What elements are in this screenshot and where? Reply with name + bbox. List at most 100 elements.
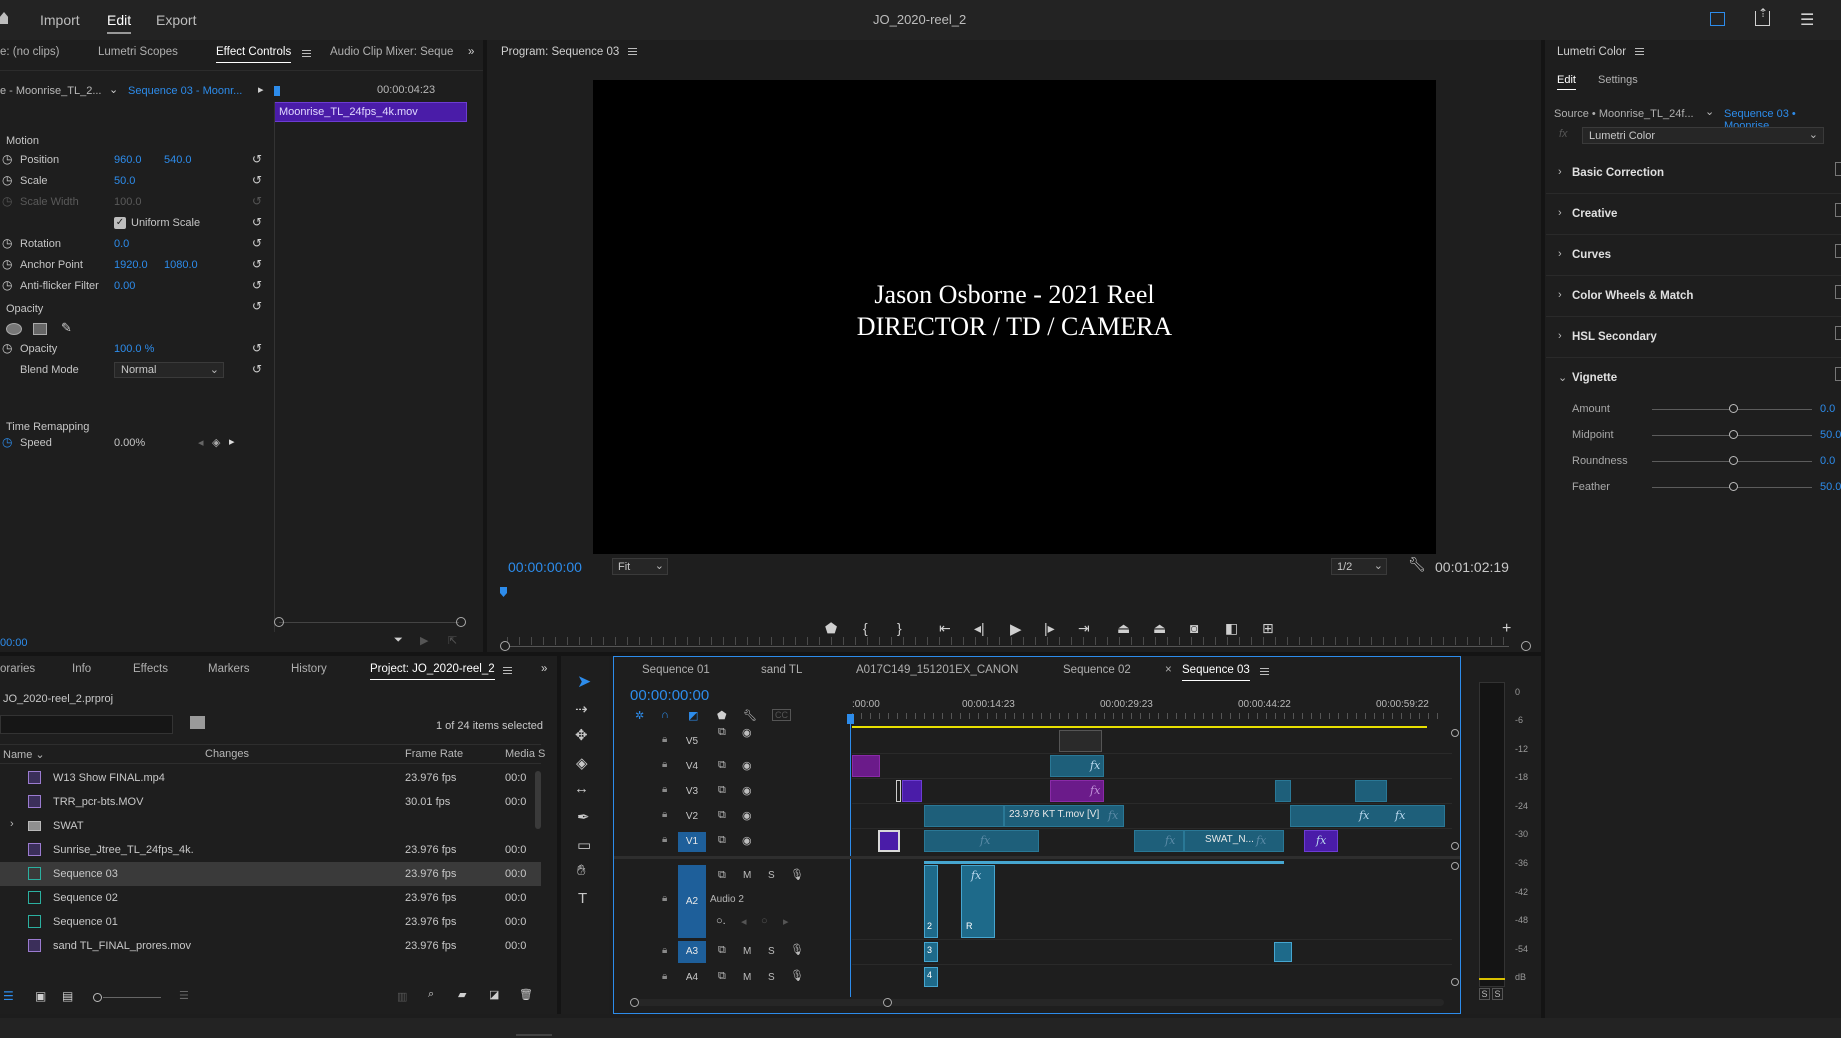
tab-sand-tl[interactable]: sand TL [761,664,802,676]
stopwatch-icon[interactable]: ◷ [2,152,12,166]
new-bin-icon[interactable]: ▰ [458,988,466,1001]
microphone-icon[interactable]: 🎙︎ [790,943,804,956]
timeline-clip[interactable] [902,780,922,802]
nav-import[interactable]: Import [40,12,80,28]
stopwatch-icon[interactable]: ◷ [2,341,12,355]
solo-button[interactable]: S [768,870,775,881]
more-panels-icon[interactable]: » [468,46,474,58]
section-vignette[interactable]: ⌄ Vignette [1546,359,1841,399]
lock-icon[interactable]: 🔒︎ [662,834,667,845]
program-time-ruler[interactable] [507,637,1509,645]
fx-badge[interactable]: fx [1165,834,1175,847]
timeline-clip[interactable] [1275,780,1291,802]
fx-badge[interactable]: fx [1256,834,1266,847]
col-frame-rate[interactable]: Frame Rate [405,748,463,760]
search-bin-icon[interactable] [190,716,205,729]
volume-knob-icon[interactable]: ○. [716,915,726,927]
panel-menu-icon[interactable] [503,667,512,674]
nest-toggle-icon[interactable]: ✲ [635,709,644,722]
show-timeline-icon[interactable]: ▸ [258,83,264,96]
tab-source[interactable]: e: (no clips) [0,46,59,58]
program-video-frame[interactable]: Jason Osborne - 2021 Reel DIRECTOR / TD … [593,80,1436,554]
antiflicker-value[interactable]: 0.00 [114,280,135,292]
rectangle-mask-icon[interactable] [33,323,47,335]
vignette-feather-slider[interactable]: Feather 50.0 [1546,477,1841,499]
vignette-amount-slider[interactable]: Amount 0.0 [1546,399,1841,421]
tab-libraries[interactable]: oraries [0,663,35,675]
pen-tool-icon[interactable]: ✒ [577,808,590,826]
track-select-tool-icon[interactable]: ⇢ [575,700,588,718]
ec-scroll-track[interactable] [279,622,459,623]
eye-icon[interactable]: ◉ [742,726,752,739]
project-item[interactable]: Sequence 02 23.976 fps 00:0 [0,886,541,910]
timeline-current-time[interactable]: 00:00:00:00 [630,687,709,704]
tab-sequence-03[interactable]: Sequence 03 [1182,664,1250,681]
ec-scroll-handle-left[interactable] [274,617,284,627]
fit-dropdown[interactable]: Fit ⌄ [612,558,668,575]
scale-value[interactable]: 50.0 [114,175,135,187]
lock-icon[interactable]: 🔒︎ [662,945,667,956]
uniform-scale-checkbox[interactable]: ✓ [114,217,126,229]
scrub-start-handle[interactable] [500,641,510,651]
tab-lumetri-scopes[interactable]: Lumetri Scopes [98,46,178,58]
reset-icon[interactable]: ↺ [252,257,262,271]
eye-icon[interactable]: ◉ [742,809,752,822]
reset-icon[interactable]: ↺ [252,236,262,250]
fx-badge[interactable]: fx [1316,834,1326,847]
sync-icon[interactable]: ⧉ [718,759,726,772]
mark-out-icon[interactable]: } [897,620,902,636]
reset-icon[interactable]: ↺ [252,278,262,292]
microphone-icon[interactable]: 🎙︎ [790,969,804,982]
step-back-icon[interactable]: ◂| [974,620,985,637]
stopwatch-icon[interactable]: ◷ [2,257,12,271]
close-tab-icon[interactable]: × [1165,664,1172,676]
project-item[interactable]: sand TL_FINAL_prores.mov 23.976 fps 00:0 [0,934,541,958]
stopwatch-icon[interactable]: ◷ [2,236,12,250]
hand-tool-icon[interactable]: ✋︎ [577,862,586,879]
reset-icon[interactable]: ↺ [252,299,262,313]
col-changes[interactable]: Changes [205,748,249,760]
extract-icon[interactable]: ⏏ [1153,620,1166,637]
nav-export[interactable]: Export [156,12,196,28]
play-icon[interactable]: ▶ [1010,620,1022,638]
panel-menu-icon[interactable] [628,48,638,56]
lock-icon[interactable]: 🔒︎ [662,734,667,745]
automate-to-sequence-icon[interactable]: ▥ [397,990,407,1003]
timeline-clip[interactable] [924,805,1004,827]
lumetri-effect-dropdown[interactable]: Lumetri Color ⌄ [1582,127,1824,144]
prev-keyframe-icon[interactable]: ◂ [741,915,747,928]
reset-icon[interactable]: ↺ [252,362,262,376]
go-to-in-icon[interactable]: ⇤ [939,620,951,637]
program-current-time[interactable]: 00:00:00:00 [508,559,582,575]
lock-icon[interactable]: 🔒︎ [662,784,667,795]
chevron-down-icon[interactable]: ⌄ [1705,105,1714,118]
mute-button[interactable]: M [743,946,751,957]
next-keyframe-icon[interactable]: ▸ [229,435,235,448]
vignette-midpoint-slider[interactable]: Midpoint 50.0 [1546,425,1841,447]
tab-a017c149[interactable]: A017C149_151201EX_CANON [856,664,1018,676]
quick-export-icon[interactable] [1710,12,1725,26]
tab-sequence-02[interactable]: Sequence 02 [1063,664,1131,676]
position-x[interactable]: 960.0 [114,154,142,166]
fx-badge[interactable]: fx [971,869,981,882]
reset-icon[interactable]: ↺ [252,341,262,355]
eye-icon[interactable]: ◉ [742,784,752,797]
timeline-clip-selected[interactable] [878,830,900,852]
sync-icon[interactable]: ⧉ [718,869,726,882]
comparison-view-icon[interactable]: ◧ [1225,620,1238,637]
timeline-hscroll-right[interactable] [883,998,892,1007]
resolution-dropdown[interactable]: 1/2 ⌄ [1331,558,1387,575]
sort-icons-icon[interactable]: ☰ [179,989,189,1002]
sequence-clip-label[interactable]: Sequence 03 - Moonr... [128,85,242,97]
fx-badge[interactable]: fx [1359,809,1369,822]
stopwatch-icon[interactable]: ◷ [2,278,12,292]
timeline-clip[interactable]: 23.976 KT T.mov [V] [1004,805,1124,827]
section-hsl-secondary[interactable]: › HSL Secondary [1546,318,1841,358]
icon-view-icon[interactable]: ▣ [35,989,46,1003]
timeline-settings-icon[interactable]: 🔧︎ [743,709,757,722]
sync-icon[interactable]: ⧉ [718,726,726,739]
timeline-clip[interactable] [852,755,880,777]
linked-selection-icon[interactable]: ◩ [688,709,698,722]
timeline-clip[interactable] [896,780,901,802]
section-curves[interactable]: › Curves [1546,236,1841,276]
